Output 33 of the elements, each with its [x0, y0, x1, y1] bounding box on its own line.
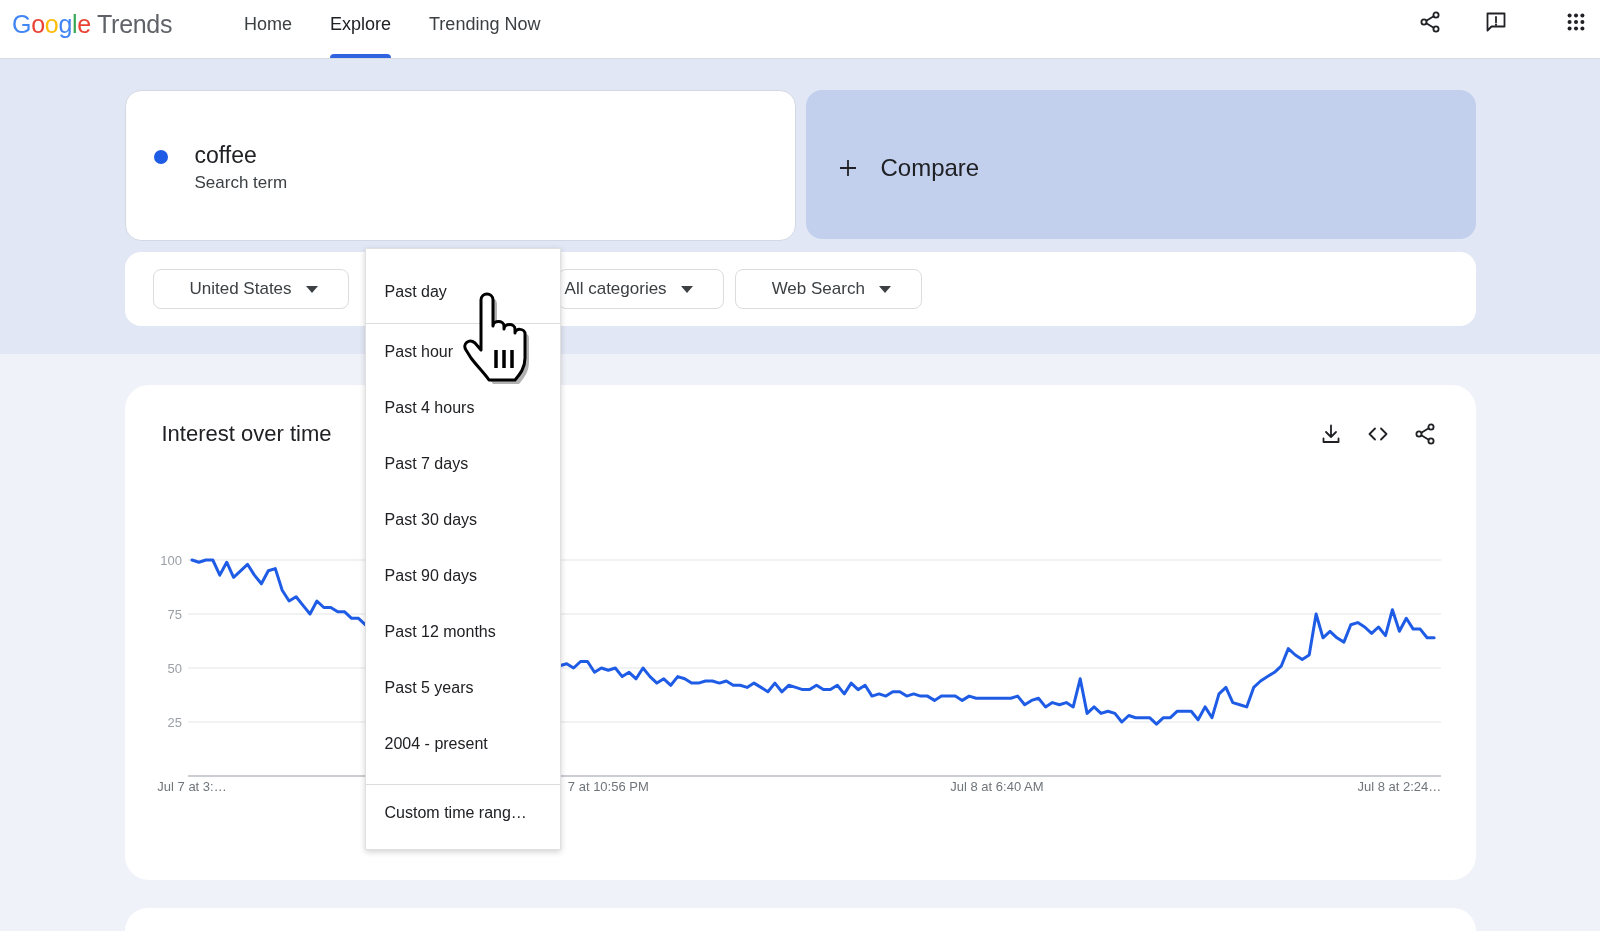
caret-icon: [680, 285, 693, 293]
menu-item[interactable]: Past 12 months: [365, 604, 560, 660]
menu-item[interactable]: Past 4 hours: [365, 380, 560, 436]
x-axis-label: Jul 8 at 6:40 AM: [949, 779, 1044, 794]
search-term: coffee: [194, 141, 258, 169]
share-icon[interactable]: [1418, 10, 1442, 34]
y-axis-label: 75: [167, 606, 182, 622]
menu-item[interactable]: 2004 - present: [365, 716, 560, 772]
menu-item[interactable]: Past 5 years: [365, 660, 560, 716]
filter-dropdown[interactable]: Web Search: [734, 269, 922, 309]
menu-item[interactable]: Past 90 days: [365, 548, 560, 604]
dot-grid-icon[interactable]: [1565, 11, 1587, 33]
caret-icon: [878, 285, 891, 293]
y-axis-label: 50: [167, 660, 182, 676]
logo[interactable]: Google Trends: [12, 10, 244, 39]
x-axis-label: 7 at 10:56 PM: [567, 779, 649, 794]
nav-tab[interactable]: Home: [244, 0, 292, 58]
chart-title: Interest over time: [161, 421, 332, 447]
y-axis-label: 100: [159, 552, 182, 568]
term-type-label: Search term: [194, 172, 288, 194]
filter-dropdown[interactable]: United States: [152, 269, 349, 309]
caret-icon: [305, 285, 318, 293]
menu-item[interactable]: Past hour: [365, 324, 560, 380]
y-axis-label: 25: [167, 714, 182, 730]
x-axis-label: Jul 7 at 3:…: [156, 779, 227, 794]
compare-button[interactable]: Compare: [805, 90, 1476, 239]
nav-tab[interactable]: Trending Now: [429, 0, 541, 58]
alert-bubble-icon[interactable]: [1484, 10, 1508, 34]
nav-tab[interactable]: Explore: [330, 0, 392, 58]
menu-item[interactable]: Past 7 days: [365, 436, 560, 492]
plus-icon: [838, 158, 857, 177]
x-axis-label: Jul 8 at 2:24…: [1356, 779, 1441, 794]
menu-item[interactable]: Past 30 days: [365, 492, 560, 548]
